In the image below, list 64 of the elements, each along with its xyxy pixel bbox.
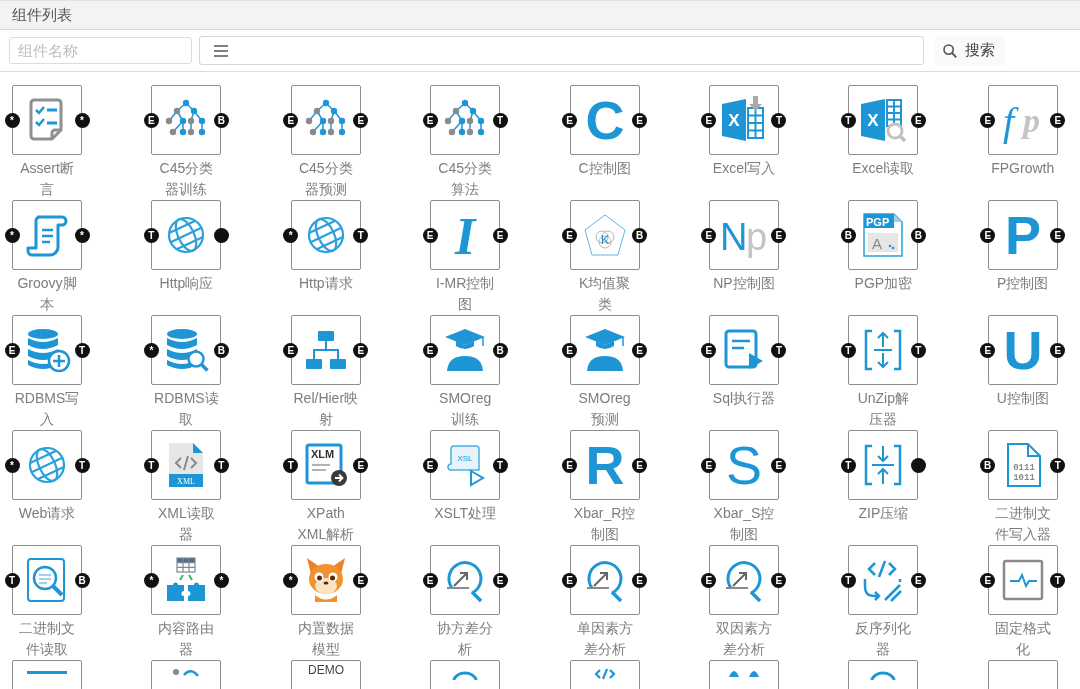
component-label: SMOreg训练: [438, 389, 493, 429]
menu-icon[interactable]: [214, 44, 228, 57]
component-label: P控制图: [996, 274, 1050, 293]
component-label: ZIP压缩: [857, 504, 910, 523]
component-label: 协方差分析: [436, 619, 495, 659]
search-button[interactable]: 搜索: [935, 36, 1005, 65]
search-field[interactable]: 组件名称: [9, 37, 192, 64]
component-label: 内置数据模型: [296, 619, 355, 659]
component-label: 固定格式化: [993, 619, 1052, 659]
component-label: 反序列化器: [854, 619, 913, 659]
component-label: 单因素方差分析: [575, 619, 634, 659]
component-label: 内容路由器: [157, 619, 216, 659]
component-label: 二进制文件读取: [18, 619, 76, 659]
component-label: Excel读取: [851, 159, 916, 178]
component-label: 二进制文件写入器: [993, 504, 1052, 544]
component-tile[interactable]: [12, 85, 82, 155]
component-label: U控制图: [995, 389, 1050, 408]
component-label: RDBMS写入: [14, 389, 80, 429]
letter-icon: I: [440, 210, 491, 260]
component-label: Web请求: [17, 504, 77, 523]
component-label: I-MR控制图: [435, 274, 496, 314]
arc-icon: [870, 670, 897, 680]
component-tile[interactable]: [12, 200, 82, 270]
shapes-icon: [728, 671, 759, 677]
component-label: SMOreg预测: [577, 389, 632, 429]
component-label: C控制图: [577, 159, 632, 178]
demo-text-icon: DEMO: [307, 663, 344, 675]
component-label: C45分类器训练: [158, 159, 215, 199]
component-label: XSLT处理: [433, 504, 498, 523]
component-label: Http响应: [158, 274, 215, 293]
component-label: XML读取器: [157, 504, 216, 544]
dot-arc-icon: [173, 667, 200, 677]
panel-title: 组件列表: [12, 5, 72, 25]
component-label: NP控制图: [712, 274, 776, 293]
component-label: Xbar_S控制图: [712, 504, 776, 544]
letter-icon: S: [718, 440, 769, 490]
letter-icon: U: [997, 325, 1048, 375]
search-icon: [943, 43, 957, 58]
arc-icon: [452, 670, 479, 680]
component-label: RDBMS读取: [153, 389, 219, 429]
component-tile[interactable]: [151, 545, 222, 615]
letters-icon: Np: [718, 210, 769, 260]
component-label: Http请求: [297, 274, 354, 293]
code-icon: [593, 668, 616, 680]
component-label: C45分类算法: [437, 159, 493, 199]
component-label: XPath XML解析: [296, 504, 356, 544]
component-label: 双因素方差分析: [714, 619, 773, 659]
component-label: Sql执行器: [711, 389, 777, 408]
component-tile[interactable]: DEMO: [290, 660, 361, 689]
component-label: UnZip解压器: [856, 389, 910, 429]
bar-icon: [27, 671, 67, 674]
filter-field[interactable]: [199, 36, 924, 65]
component-label: C45分类器预测: [297, 159, 354, 199]
component-label: Groovy脚本: [16, 274, 78, 314]
component-label: PGP加密: [853, 274, 914, 293]
letter-icon: P: [997, 210, 1048, 260]
component-label: Assert断言: [19, 159, 75, 199]
component-label: K均值聚类: [577, 274, 632, 314]
component-label: FPGrowth: [990, 159, 1056, 178]
letter-icon: R: [579, 440, 630, 490]
letter-icon: C: [579, 95, 630, 145]
component-label: Rel/Hier映射: [293, 389, 359, 429]
component-label: Excel写入: [711, 159, 777, 178]
component-label: Xbar_R控制图: [572, 504, 637, 544]
